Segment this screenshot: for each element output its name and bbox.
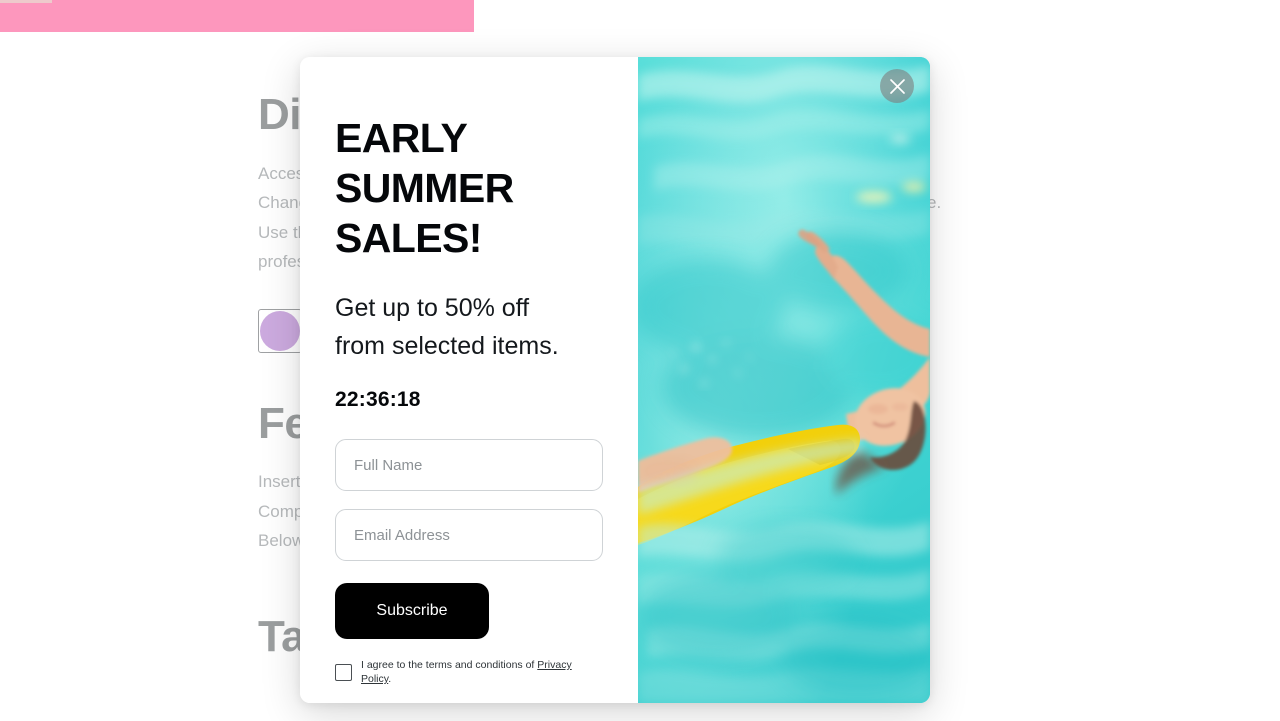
modal-form-panel: EARLY SUMMER SALES! Get up to 50% off fr… [300, 57, 638, 703]
close-icon [889, 78, 905, 94]
consent-text-suffix: . [388, 673, 392, 685]
consent-text: I agree to the terms and conditions of P… [361, 658, 604, 686]
modal-image-panel [638, 57, 930, 703]
consent-checkbox[interactable] [335, 663, 352, 681]
consent-row: I agree to the terms and conditions of P… [335, 658, 604, 686]
email-address-input[interactable] [335, 509, 603, 561]
newsletter-signup-modal: EARLY SUMMER SALES! Get up to 50% off fr… [300, 57, 930, 703]
consent-text-label: I agree to the terms and conditions of [361, 659, 538, 671]
full-name-input[interactable] [335, 439, 603, 491]
close-button[interactable] [880, 69, 914, 103]
modal-subtitle: Get up to 50% off from selected items. [335, 294, 559, 360]
pool-photo [638, 57, 930, 703]
subscribe-button[interactable]: Subscribe [335, 583, 489, 639]
modal-title: EARLY SUMMER SALES! [335, 115, 514, 261]
countdown-timer: 22:36:18 [335, 388, 421, 411]
